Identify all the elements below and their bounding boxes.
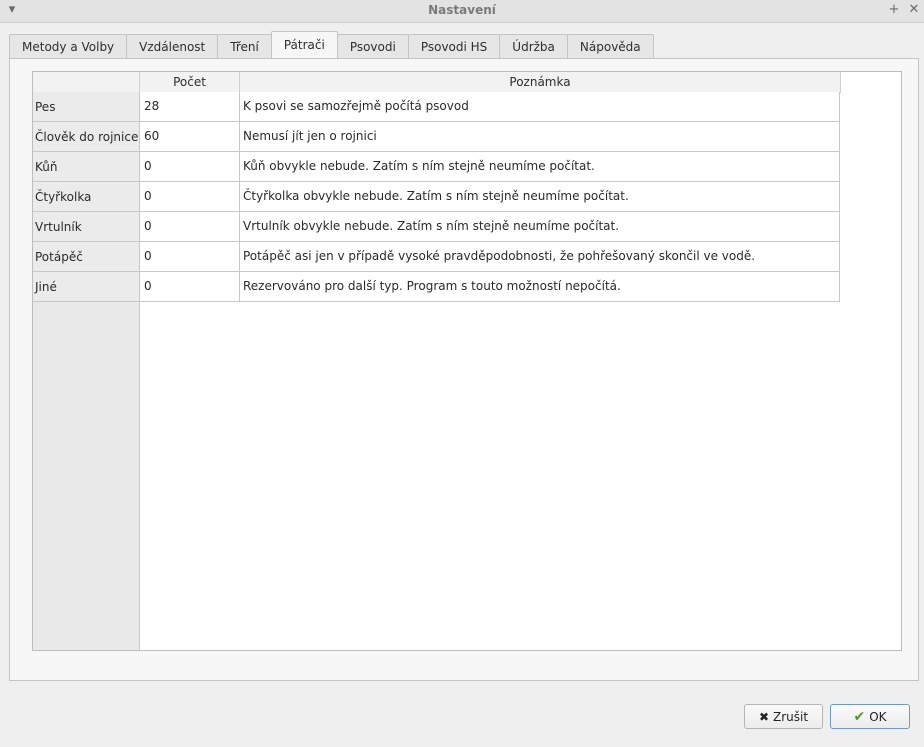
count-cell[interactable]: 0 <box>140 272 240 302</box>
cancel-button[interactable]: ✖ Zrušit <box>744 704 823 729</box>
column-header-note[interactable]: Poznámka <box>240 72 841 92</box>
row-header[interactable]: Pes <box>33 92 140 122</box>
column-header-count[interactable]: Počet <box>140 72 240 92</box>
tab-psovodi[interactable]: Psovodi <box>336 34 409 58</box>
row-header[interactable]: Kůň <box>33 152 140 182</box>
table-row: Jiné 0 Rezervováno pro další typ. Progra… <box>33 272 840 302</box>
table-row: Potápěč 0 Potápěč asi jen v případě vyso… <box>33 242 840 272</box>
note-cell[interactable]: Kůň obvykle nebude. Zatím s ním stejně n… <box>240 152 840 182</box>
cross-icon: ✖ <box>758 709 769 724</box>
table-row: Čtyřkolka 0 Čtyřkolka obvykle nebude. Za… <box>33 182 840 212</box>
tab-patraci[interactable]: Pátrači <box>270 31 338 58</box>
note-cell[interactable]: Čtyřkolka obvykle nebude. Zatím s ním st… <box>240 182 840 212</box>
close-icon[interactable]: ✕ <box>906 2 922 18</box>
tab-napoveda[interactable]: Nápověda <box>566 34 654 58</box>
ok-button[interactable]: ✔ OK <box>830 704 910 729</box>
tab-udrzba[interactable]: Údržba <box>499 34 568 58</box>
tab-vzdalenost[interactable]: Vzdálenost <box>126 34 219 58</box>
row-header[interactable]: Jiné <box>33 272 140 302</box>
cancel-button-label: Zrušit <box>773 709 809 724</box>
count-cell[interactable]: 28 <box>140 92 240 122</box>
searchers-table: Počet Poznámka Pes 28 K psovi se samozře… <box>32 71 902 651</box>
ok-button-label: OK <box>869 709 887 724</box>
title-bar: ▾ Nastavení + ✕ <box>0 0 924 23</box>
note-cell[interactable]: Nemusí jít jen o rojnici <box>240 122 840 152</box>
tab-psovodi-hs[interactable]: Psovodi HS <box>407 34 501 58</box>
count-cell[interactable]: 0 <box>140 182 240 212</box>
tab-metody-a-volby[interactable]: Metody a Volby <box>9 34 128 58</box>
count-cell[interactable]: 0 <box>140 242 240 272</box>
row-header[interactable]: Člověk do rojnice <box>33 122 140 152</box>
note-cell[interactable]: Rezervováno pro další typ. Program s tou… <box>240 272 840 302</box>
count-cell[interactable]: 0 <box>140 152 240 182</box>
checkmark-icon: ✔ <box>853 708 866 725</box>
tab-panel: Počet Poznámka Pes 28 K psovi se samozře… <box>9 58 919 681</box>
plus-icon[interactable]: + <box>886 2 902 18</box>
tab-bar: Metody a Volby Vzdálenost Tření Pátrači … <box>9 31 654 58</box>
corner-header <box>33 72 140 92</box>
window-title: Nastavení <box>428 3 496 17</box>
row-header[interactable]: Potápěč <box>33 242 140 272</box>
count-cell[interactable]: 60 <box>140 122 240 152</box>
note-cell[interactable]: Vrtulník obvykle nebude. Zatím s ním ste… <box>240 212 840 242</box>
count-cell[interactable]: 0 <box>140 212 240 242</box>
table-header: Počet Poznámka <box>33 72 841 93</box>
row-header[interactable]: Vrtulník <box>33 212 140 242</box>
note-cell[interactable]: Potápěč asi jen v případě vysoké pravděp… <box>240 242 840 272</box>
table-row: Člověk do rojnice 60 Nemusí jít jen o ro… <box>33 122 840 152</box>
row-header[interactable]: Čtyřkolka <box>33 182 140 212</box>
note-cell[interactable]: K psovi se samozřejmě počítá psovod <box>240 92 840 122</box>
tab-treni[interactable]: Tření <box>217 34 272 58</box>
table-row: Kůň 0 Kůň obvykle nebude. Zatím s ním st… <box>33 152 840 182</box>
table-row: Vrtulník 0 Vrtulník obvykle nebude. Zatí… <box>33 212 840 242</box>
table-row: Pes 28 K psovi se samozřejmě počítá psov… <box>33 92 840 122</box>
